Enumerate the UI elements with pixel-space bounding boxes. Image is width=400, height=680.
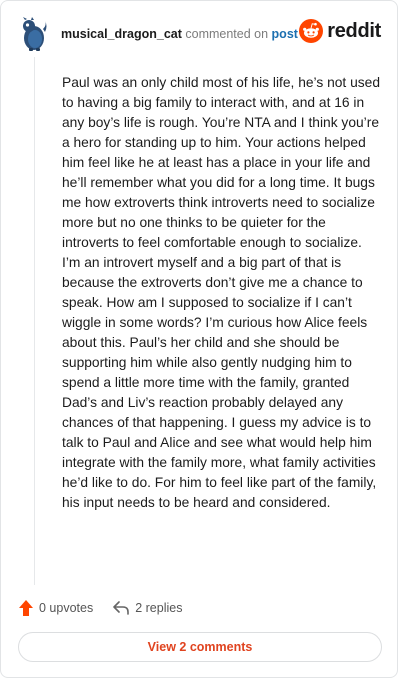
thread-line (34, 57, 35, 585)
upvotes-count: 0 upvotes (39, 601, 94, 615)
replies-button[interactable]: 2 replies (113, 601, 182, 615)
upvote-arrow-icon (19, 600, 33, 616)
reddit-logo[interactable]: reddit (299, 19, 381, 43)
reddit-snoo-icon (299, 19, 324, 43)
reply-arrow-icon (113, 601, 130, 615)
commented-on-text: commented on (185, 27, 269, 41)
comment-header: musical_dragon_cat commented on post red… (21, 17, 381, 51)
replies-count: 2 replies (135, 601, 183, 615)
avatar[interactable] (21, 17, 47, 51)
comment-byline: musical_dragon_cat commented on post (61, 27, 298, 41)
post-link[interactable]: post (272, 27, 298, 41)
username[interactable]: musical_dragon_cat (61, 27, 182, 41)
comment-card: musical_dragon_cat commented on post red… (0, 0, 398, 678)
upvote-button[interactable]: 0 upvotes (19, 600, 93, 616)
comment-actions: 0 upvotes 2 replies (19, 597, 182, 619)
view-comments-button[interactable]: View 2 comments (18, 632, 382, 662)
reddit-wordmark: reddit (327, 19, 381, 42)
comment-body: Paul was an only child most of his life,… (62, 75, 381, 510)
